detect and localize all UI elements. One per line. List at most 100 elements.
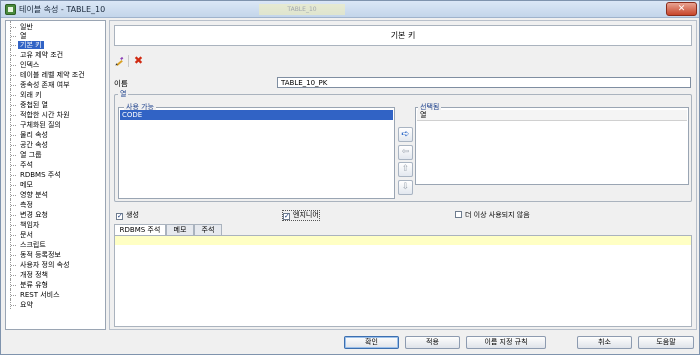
nav-item-primary-key[interactable]: 기본 키 [10, 39, 44, 50]
nav-item-label: 인덱스 [20, 61, 40, 69]
nav-item-label: 스크립트 [20, 241, 46, 249]
nav-item-notes[interactable]: 메모 [10, 179, 35, 190]
nav-item-general[interactable]: 일반 [10, 21, 35, 32]
nav-item-scripts[interactable]: 스크립트 [10, 239, 48, 250]
selected-columns-list[interactable]: 선택됨 열 [415, 102, 689, 185]
nav-item-impact-analysis[interactable]: 영향 분석 [10, 189, 50, 200]
add-column-button[interactable]: ➪ [398, 127, 413, 142]
nav-item-change-requests[interactable]: 변경 요청 [10, 209, 50, 220]
ok-button[interactable]: 확인 [344, 336, 399, 349]
nav-item-measurements[interactable]: 측정 [10, 199, 35, 210]
nav-item-dependency[interactable]: 종속성 존재 여부 [10, 79, 72, 90]
close-button[interactable]: ✕ [666, 2, 697, 16]
help-button[interactable]: 도움말 [638, 336, 694, 349]
available-columns-list[interactable]: 사용 가능 CODE [118, 102, 395, 199]
nav-item-label: 사용자 정의 속성 [20, 261, 70, 269]
panel-header: 기본 키 [114, 25, 692, 46]
nav-item-spatial-properties[interactable]: 공간 속성 [10, 139, 50, 150]
name-input[interactable] [277, 77, 691, 88]
nav-item-columns[interactable]: 열 [10, 30, 28, 41]
nav-item-label: 동적 등록정보 [20, 251, 61, 259]
window-title: 테이블 속성 - TABLE_10 [19, 5, 106, 14]
nav-item-label: 열 [20, 32, 27, 40]
nav-item-materialized-query[interactable]: 구체화된 질의 [10, 119, 63, 130]
nav-item-unique-constraints[interactable]: 고유 제약 조건 [10, 49, 65, 60]
checkbox-box[interactable] [455, 211, 462, 218]
naming-rules-button[interactable]: 이름 지정 규칙 [466, 336, 546, 349]
checkbox-box[interactable]: ✓ [283, 213, 290, 220]
nav-item-label: 주석 [20, 161, 33, 169]
nav-item-dynamic-properties[interactable]: 동적 등록정보 [10, 249, 63, 260]
nav-item-foreign-keys[interactable]: 외래 키 [10, 89, 44, 100]
list-item[interactable]: CODE [120, 110, 393, 120]
nav-item-label: 외래 키 [20, 91, 42, 99]
edit-pencil-icon[interactable] [115, 56, 125, 67]
nav-item-label: 종속성 존재 여부 [20, 81, 70, 89]
nav-item-label: 기본 키 [18, 41, 44, 49]
nav-item-label: 적합한 시간 차원 [20, 111, 70, 119]
property-nav-tree: 일반 열 기본 키 고유 제약 조건 인덱스 테이블 레벨 제약 조건 종속성 … [5, 20, 106, 330]
rdbms-comment-editor[interactable] [114, 235, 692, 327]
remove-column-button[interactable]: ⇦ [398, 145, 413, 160]
arrow-down-icon: ⇩ [401, 182, 410, 192]
background-tab-label: TABLE_10 [259, 4, 345, 15]
tab-comments[interactable]: 주석 [194, 224, 222, 235]
nav-item-label: 책임자 [20, 221, 40, 229]
selected-column-header[interactable]: 열 [417, 110, 687, 121]
toolbar-separator [128, 55, 129, 67]
nav-item-rest-services[interactable]: REST 서비스 [10, 289, 62, 300]
nav-item-label: 일반 [20, 23, 33, 31]
nav-item-physical-properties[interactable]: 물리 속성 [10, 129, 50, 140]
tab-notes[interactable]: 메모 [166, 224, 194, 235]
nav-item-user-defined-properties[interactable]: 사용자 정의 속성 [10, 259, 72, 270]
nav-item-summary[interactable]: 요약 [10, 299, 35, 310]
nav-item-label: 영향 분석 [20, 191, 48, 199]
nav-item-rdbms-comments[interactable]: RDBMS 주석 [10, 169, 63, 180]
generate-checkbox[interactable]: ✓ 생성 [116, 211, 139, 220]
columns-group: 열 사용 가능 CODE ➪ ⇦ ⇧ ⇩ 선택됨 열 [114, 89, 692, 202]
nav-item-table-constraints[interactable]: 테이블 레벨 제약 조건 [10, 69, 87, 80]
nav-item-label: 분류 유형 [20, 281, 48, 289]
nav-item-responsible-parties[interactable]: 책임자 [10, 219, 41, 230]
arrow-right-icon: ➪ [401, 129, 410, 140]
nav-item-label: 측정 [20, 201, 33, 209]
delete-x-icon[interactable]: ✖ [133, 55, 144, 66]
move-up-button[interactable]: ⇧ [398, 162, 413, 177]
nav-item-column-groups[interactable]: 열 그룹 [10, 149, 44, 160]
nav-item-label: 물리 속성 [20, 131, 48, 139]
engineer-checkbox[interactable]: ✓ 엔지니어 [282, 210, 320, 221]
move-down-button[interactable]: ⇩ [398, 180, 413, 195]
primary-key-panel: 기본 키 ✖ 이름 열 사용 가능 CODE ➪ ⇦ ⇧ ⇩ 선택됨 열 [109, 20, 697, 330]
nav-item-comments[interactable]: 주석 [10, 159, 35, 170]
generate-label: 생성 [126, 211, 139, 219]
nav-item-label: 변경 요청 [20, 211, 48, 219]
arrow-up-icon: ⇧ [401, 164, 410, 174]
nav-item-nested-columns[interactable]: 중첩된 열 [10, 99, 50, 110]
nav-item-label: 열 그룹 [20, 151, 42, 159]
title-bar[interactable]: 테이블 속성 - TABLE_10 TABLE_10 ✕ [1, 1, 699, 18]
engineer-label: 엔지니어 [293, 211, 319, 219]
app-icon [5, 4, 16, 15]
nav-item-label: RDBMS 주석 [20, 171, 61, 179]
arrow-left-icon: ⇦ [401, 147, 410, 157]
nav-item-classification-types[interactable]: 분류 유형 [10, 279, 50, 290]
nav-item-documents[interactable]: 문서 [10, 229, 35, 240]
name-label: 이름 [114, 79, 128, 88]
nav-item-indexes[interactable]: 인덱스 [10, 59, 41, 70]
nav-item-label: 고유 제약 조건 [20, 51, 64, 59]
deprecated-label: 더 이상 사용되지 않음 [465, 211, 530, 219]
nav-item-time-dimension[interactable]: 적합한 시간 차원 [10, 109, 72, 120]
properties-dialog: 테이블 속성 - TABLE_10 TABLE_10 ✕ 일반 열 기본 키 고… [0, 0, 700, 355]
cancel-button[interactable]: 취소 [577, 336, 632, 349]
nav-item-label: REST 서비스 [20, 291, 60, 299]
columns-group-label: 열 [118, 89, 129, 99]
nav-item-label: 공간 속성 [20, 141, 48, 149]
nav-item-revision-policy[interactable]: 개정 정책 [10, 269, 50, 280]
deprecated-checkbox[interactable]: 더 이상 사용되지 않음 [455, 211, 530, 220]
apply-button[interactable]: 적용 [405, 336, 460, 349]
nav-item-label: 구체화된 질의 [20, 121, 61, 129]
checkbox-box[interactable]: ✓ [116, 213, 123, 220]
current-line-highlight [115, 236, 691, 245]
nav-item-label: 중첩된 열 [20, 101, 48, 109]
nav-item-label: 문서 [20, 231, 33, 239]
